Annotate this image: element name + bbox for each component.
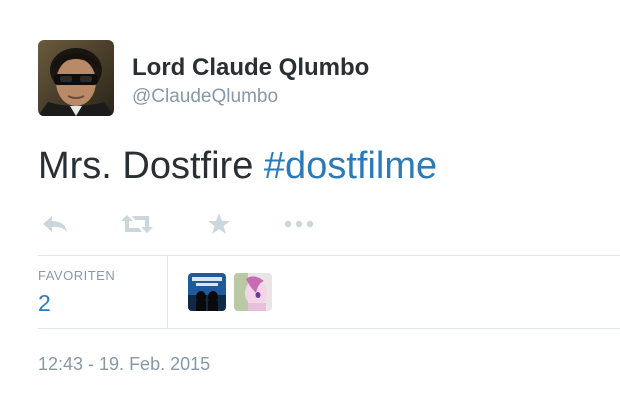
reply-button[interactable] [38,206,72,242]
blues-brothers-avatar-icon [188,273,226,311]
tweet-hashtag-link[interactable]: #dostfilme [264,145,437,187]
man-with-sunglasses-avatar-icon [38,40,114,116]
retweet-button[interactable] [118,206,156,242]
tweet-text: Mrs. Dostfire #dostfilme [38,142,437,190]
divider-bottom [38,328,620,329]
favorites-count[interactable]: 2 [38,290,51,317]
favoriter-avatar-1[interactable] [188,273,226,311]
stats-separator [167,256,168,328]
author-avatar[interactable] [38,40,114,116]
tweet-text-plain: Mrs. Dostfire [38,145,254,187]
divider-top [38,255,620,256]
author-handle[interactable]: @ClaudeQlumbo [132,86,278,108]
tweet-timestamp[interactable]: 12:43 - 19. Feb. 2015 [38,354,210,375]
more-button[interactable] [282,206,316,242]
favoriter-avatar-2[interactable] [234,273,272,311]
author-display-name[interactable]: Lord Claude Qlumbo [132,54,369,82]
favorite-button[interactable] [204,206,234,242]
pink-pony-avatar-icon [234,273,272,311]
reply-icon [43,216,67,232]
retweet-icon [121,215,153,233]
favorites-label: FAVORITEN [38,268,116,283]
more-icon [284,220,314,228]
star-icon [208,213,230,234]
